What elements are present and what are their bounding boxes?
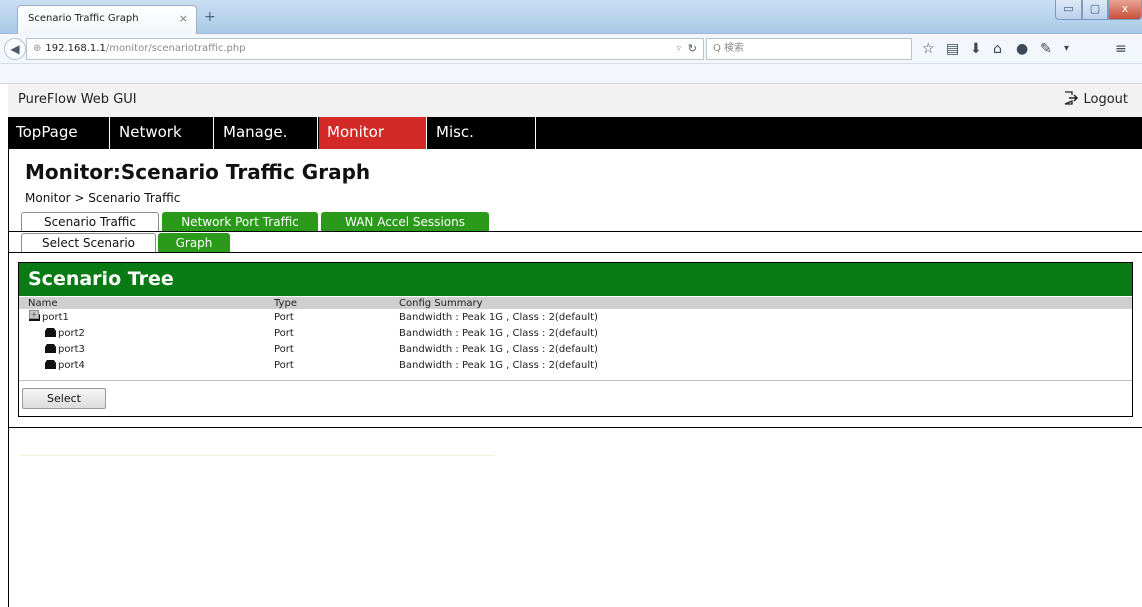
menu-item-monitor[interactable]: Monitor [319,117,427,149]
expand-icon[interactable]: + [29,310,39,319]
row-name: port4 [58,360,85,371]
menu-item-toppage[interactable]: TopPage [8,117,110,149]
tab-close-icon[interactable]: × [179,6,188,32]
tree-separator [19,380,1132,381]
column-config-summary[interactable]: Config Summary [399,297,483,310]
globe-icon: ⊕ [33,43,42,54]
port-icon [45,328,56,337]
table-row[interactable]: + port1 Port Bandwidth : Peak 1G , Class… [19,310,1132,326]
menu-item-network[interactable]: Network [111,117,214,149]
bookmarks-toolbar [0,64,1142,84]
download-icon[interactable]: ⬇ [970,41,982,57]
row-name: port3 [58,344,85,355]
tab-graph[interactable]: Graph [158,233,230,253]
browser-tab-title: Scenario Traffic Graph [28,13,139,24]
menu-icon[interactable]: ≡ [1115,41,1127,57]
tab-wan-accel-sessions[interactable]: WAN Accel Sessions [321,212,489,232]
chat-icon[interactable]: ● [1016,41,1028,57]
row-summary: Bandwidth : Peak 1G , Class : 2(default) [399,360,598,371]
logout-icon [1065,91,1079,105]
url-path: /monitor/scenariotraffic.php [105,43,246,54]
page-title: Monitor:Scenario Traffic Graph [25,160,371,184]
new-tab-button[interactable]: + [204,9,216,25]
row-summary: Bandwidth : Peak 1G , Class : 2(default) [399,328,598,339]
row-name: port1 [42,312,69,323]
row-type: Port [274,328,294,339]
tab-scenario-traffic[interactable]: Scenario Traffic [21,212,159,232]
back-button[interactable]: ◀ [4,38,26,60]
table-row[interactable]: port4 Port Bandwidth : Peak 1G , Class :… [19,358,1132,374]
tab-network-port-traffic[interactable]: Network Port Traffic [162,212,318,232]
logout-label: Logout [1083,92,1128,107]
address-bar[interactable]: ⊕ 192.168.1.1/monitor/scenariotraffic.php… [26,38,704,60]
browser-navbar: ◀ ⊕ 192.168.1.1/monitor/scenariotraffic.p… [0,34,1142,64]
content-divider [8,427,1142,428]
row-type: Port [274,312,294,323]
url-dropdown-icon[interactable]: ▿ [676,39,681,59]
tree-column-header: Name Type Config Summary [19,296,1132,309]
main-menu: TopPage Network Manage. Monitor Misc. [8,117,1142,149]
app-title: PureFlow Web GUI [18,92,137,107]
browser-tab[interactable]: Scenario Traffic Graph × [17,5,197,35]
column-name[interactable]: Name [28,297,58,310]
search-input[interactable]: Q 検索 [706,38,912,60]
window-minimize-button[interactable]: ▭ [1055,0,1082,20]
row-name: port2 [58,328,85,339]
tab-select-scenario[interactable]: Select Scenario [21,233,156,253]
menu-item-misc[interactable]: Misc. [428,117,536,149]
extension-icon[interactable]: ✎ [1040,41,1052,57]
graph-placeholder-line [20,455,495,456]
select-button[interactable]: Select [22,388,106,409]
tab-divider [8,231,1142,232]
app-header: PureFlow Web GUI Logout [8,84,1142,117]
scenario-tree-panel: Scenario Tree Name Type Config Summary +… [18,262,1133,417]
scenario-tree-title: Scenario Tree [28,268,174,290]
menu-item-manage[interactable]: Manage. [215,117,318,149]
window-maximize-button[interactable]: ▢ [1082,0,1108,20]
browser-titlebar: Scenario Traffic Graph × + ▭ ▢ x [0,0,1142,35]
home-icon[interactable]: ⌂ [993,41,1002,57]
port-icon [45,344,56,353]
reload-icon[interactable]: ↻ [688,39,697,59]
column-type[interactable]: Type [274,297,297,310]
url-host: 192.168.1.1 [45,43,106,54]
subtab-divider [8,252,1142,253]
breadcrumb: Monitor > Scenario Traffic [25,191,181,205]
table-row[interactable]: port3 Port Bandwidth : Peak 1G , Class :… [19,342,1132,358]
port-icon [45,360,56,369]
scenario-tree-header: Scenario Tree [19,263,1132,296]
window-close-button[interactable]: x [1108,0,1142,20]
logout-button[interactable]: Logout [1064,91,1128,107]
row-type: Port [274,344,294,355]
bookmark-icon[interactable]: ▤ [946,41,959,57]
row-type: Port [274,360,294,371]
dropdown-arrow-icon[interactable]: ▾ [1064,41,1069,57]
table-row[interactable]: port2 Port Bandwidth : Peak 1G , Class :… [19,326,1132,342]
row-summary: Bandwidth : Peak 1G , Class : 2(default) [399,344,598,355]
row-summary: Bandwidth : Peak 1G , Class : 2(default) [399,312,598,323]
star-icon[interactable]: ☆ [922,41,935,57]
